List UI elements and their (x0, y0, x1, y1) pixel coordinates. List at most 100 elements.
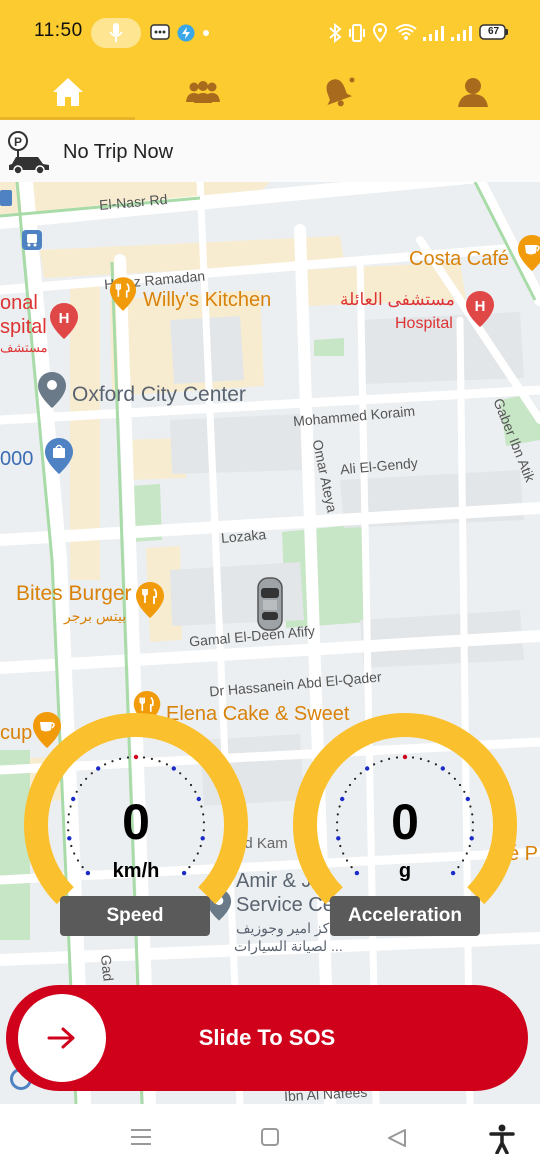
shopping-pin-icon (45, 438, 73, 474)
gauge-tick (359, 772, 362, 775)
poi-label: Oxford City Center (72, 383, 246, 406)
gauge-tick (348, 783, 352, 787)
gauge-tick (79, 783, 83, 787)
map-view[interactable]: El-Nasr Rd Hafez Ramadan Mohammed Koraim… (0, 182, 540, 1104)
dot-icon (203, 30, 209, 36)
top-nav (0, 64, 540, 120)
bus-stop-icon (22, 230, 42, 250)
gauge-tick (184, 777, 187, 780)
gauge-tick (411, 756, 415, 759)
nav-home[interactable] (0, 64, 135, 120)
gauge-tick (380, 760, 383, 763)
gauge-tick (171, 766, 176, 771)
system-nav-bar (0, 1104, 540, 1170)
gauge-tick (142, 756, 146, 759)
speed-label: Speed (60, 896, 210, 936)
nav-notifications[interactable] (270, 64, 405, 120)
speed-unit: km/h (112, 860, 160, 882)
clock: 11:50 (34, 20, 83, 41)
gauge-tick (440, 766, 445, 771)
gauge-tick (104, 763, 107, 766)
svg-text:H: H (59, 310, 70, 327)
bluetooth-icon (329, 23, 342, 43)
map-base (0, 182, 540, 1104)
poi-label: Willy's Kitchen (143, 289, 272, 311)
gauge-tick (158, 760, 161, 763)
gauge-tick (458, 783, 462, 787)
mic-indicator[interactable] (91, 18, 141, 48)
gauge-tick (365, 766, 370, 771)
restaurant-pin-icon (109, 277, 137, 311)
signal-icon (423, 26, 444, 41)
status-bar: 11:50 67 (0, 0, 540, 64)
gauge-tick (196, 852, 199, 855)
sos-slider[interactable]: Slide To SOS (6, 985, 528, 1091)
menu-icon[interactable] (130, 1128, 152, 1146)
poi-label: لصيانة السيارات ... (234, 938, 343, 954)
svg-text:P: P (14, 135, 22, 149)
poi-label: onal (0, 292, 38, 314)
gauge-tick (165, 763, 168, 766)
location-icon (373, 23, 387, 43)
svg-text:H: H (475, 298, 486, 315)
signal-icon (451, 26, 472, 41)
wifi-icon (395, 24, 417, 40)
acceleration-label: Acceleration (330, 896, 480, 936)
gauge-tick (189, 783, 193, 787)
parking-car-icon: P (8, 131, 49, 174)
nav-groups[interactable] (135, 64, 270, 120)
hospital-pin-icon: H (466, 291, 494, 327)
home-square-icon[interactable] (260, 1128, 280, 1146)
mic-icon (109, 23, 123, 42)
gauge-tick (126, 756, 130, 759)
person-icon (457, 78, 488, 107)
gauge-tick (388, 757, 391, 760)
group-icon (185, 81, 220, 103)
gauge-tick (395, 756, 399, 759)
vibrate-icon (349, 24, 365, 42)
gauge-tick (111, 760, 114, 763)
accessibility-icon[interactable] (489, 1124, 515, 1154)
bell-icon (326, 77, 354, 107)
poi-label: مستشفى العائلة (340, 290, 455, 309)
gauge-tick (133, 754, 139, 760)
acceleration-unit: g (398, 860, 412, 882)
poi-label: Costa Café (409, 248, 510, 270)
sos-label: Slide To SOS (198, 1025, 336, 1050)
cafe-pin-icon (518, 235, 540, 271)
home-icon (52, 78, 83, 106)
gauge-tick (96, 766, 101, 771)
location-pin-icon (38, 372, 66, 408)
gauge-tick (85, 777, 88, 780)
hospital-pin-icon: H (50, 303, 78, 339)
trip-status-bar: P No Trip Now (0, 120, 540, 182)
speed-value: 0 (122, 794, 150, 850)
gauge-tick (119, 757, 122, 760)
gauge-tick (373, 763, 376, 766)
restaurant-pin-icon (136, 582, 164, 618)
poi-label: Hospital (395, 315, 453, 332)
gauge-tick (427, 760, 430, 763)
gauge-tick (448, 772, 451, 775)
back-icon[interactable] (386, 1128, 408, 1148)
poi-label: مستشف (0, 340, 48, 355)
shield-bolt-icon (177, 24, 195, 42)
gauge-tick (90, 772, 93, 775)
gauge-tick (402, 754, 408, 760)
car-marker-icon (257, 577, 283, 631)
gauge-tick (465, 852, 468, 855)
trip-status-text: No Trip Now (63, 141, 174, 163)
acceleration-value: 0 (391, 794, 419, 850)
street-label: Gad (97, 954, 117, 982)
poi-label: 000 (0, 448, 34, 470)
poi-label: بيتس برجر (64, 608, 127, 624)
gauge-tick (150, 757, 153, 760)
nav-profile[interactable] (405, 64, 540, 120)
gauge-tick (73, 852, 76, 855)
gauge-tick (179, 772, 182, 775)
gauge-tick (419, 757, 422, 760)
gauge-tick (342, 852, 345, 855)
gauge-tick (453, 777, 456, 780)
bus-stop-icon (0, 190, 12, 206)
poi-label: Bites Burger (16, 582, 132, 605)
